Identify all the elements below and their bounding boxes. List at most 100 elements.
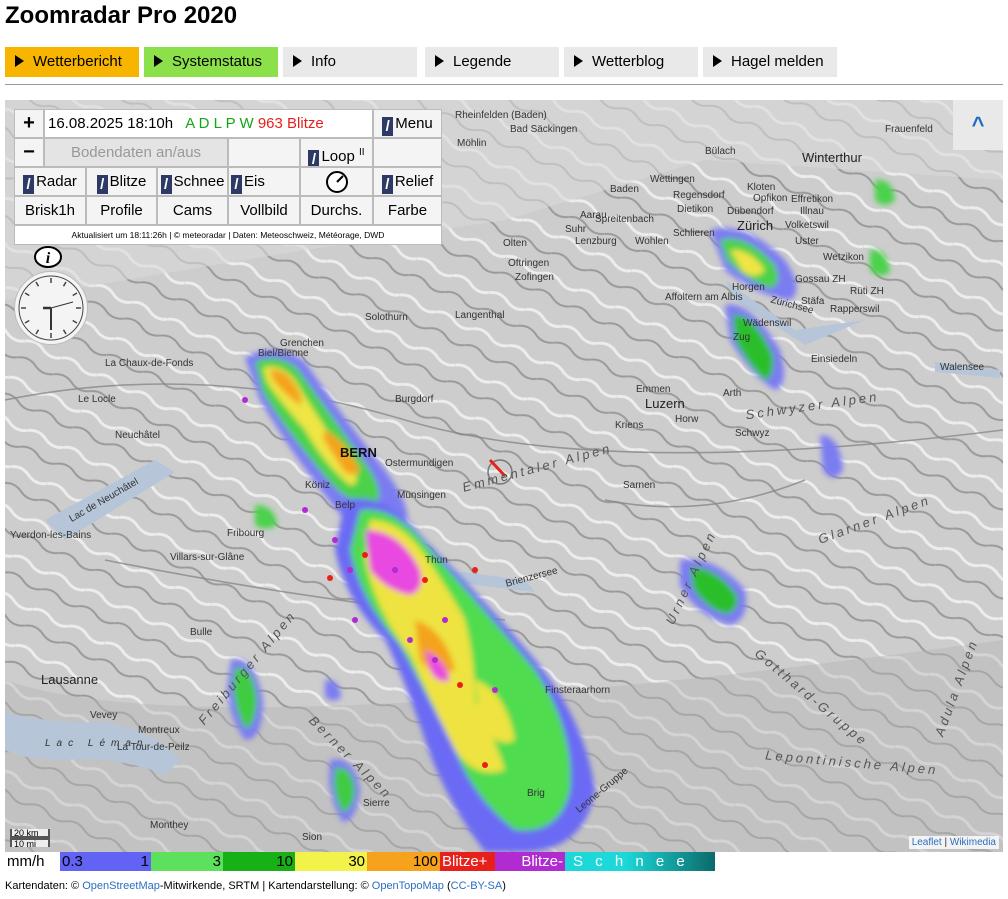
osm-link[interactable]: OpenStreetMap	[82, 880, 160, 892]
map-label: Schlieren	[673, 228, 715, 239]
map-label: Wohlen	[635, 236, 669, 247]
map-scale: 20 km 10 mi	[10, 829, 50, 849]
durchs-button[interactable]: Durchs.	[300, 196, 373, 225]
svg-text:i: i	[46, 250, 51, 267]
cams-button[interactable]: Cams	[157, 196, 228, 225]
legend-blitze-plus: Blitze+	[440, 852, 495, 871]
map-label: Ostermundigen	[385, 458, 454, 469]
footer-credits: Kartendaten: © OpenStreetMap-Mitwirkende…	[5, 880, 506, 892]
map-label: Rüti ZH	[850, 286, 884, 297]
radar-toggle[interactable]: / Radar	[14, 167, 86, 196]
legend-3: 3	[151, 852, 223, 871]
map-label: Affoltern am Albis	[665, 292, 743, 303]
tab-wetterbericht[interactable]: Wetterbericht	[5, 47, 139, 77]
map-label: Wädenswil	[743, 318, 792, 329]
map-label: Fribourg	[227, 528, 265, 539]
map-label: Zug	[733, 332, 751, 343]
relief-toggle[interactable]: / Relief	[373, 167, 442, 196]
map-label: Vevey	[90, 710, 118, 721]
map-label: Regensdorf	[673, 190, 725, 201]
menu-button[interactable]: / Menu	[373, 109, 442, 138]
map-label: Sarnen	[623, 480, 656, 491]
play-icon	[154, 55, 163, 67]
farbe-button[interactable]: Farbe	[373, 196, 442, 225]
legend-10: 10	[223, 852, 295, 871]
update-info: Aktualisiert um 18:11:26h | © meteoradar…	[14, 225, 442, 245]
play-icon	[574, 55, 583, 67]
map-label: Baden	[610, 184, 639, 195]
legend-1: 1	[118, 852, 151, 871]
app-title: Zoomradar Pro 2020	[5, 2, 238, 29]
map-label: Solothurn	[365, 312, 408, 323]
map-label: Wetzikon	[823, 252, 864, 263]
legend-100: 100	[367, 852, 440, 871]
speed-gauge-button[interactable]	[300, 167, 373, 196]
map-label: Lac Léman	[45, 738, 149, 749]
map-label: Lausanne	[41, 672, 99, 687]
brisk-button[interactable]: Brisk1h	[14, 196, 86, 225]
wikimedia-link[interactable]: Wikimedia	[950, 837, 996, 848]
zoom-out-button[interactable]: −	[14, 138, 44, 167]
blitze-toggle[interactable]: / Blitze	[86, 167, 157, 196]
map-label: Rheinfelden (Baden)	[455, 110, 547, 121]
map-label: Horw	[675, 414, 699, 425]
clock-icon[interactable]	[14, 271, 88, 345]
map-label: Kriens	[615, 420, 644, 431]
legend-unit: mm/h	[7, 853, 45, 870]
map-label: BERN	[340, 445, 377, 460]
radar-map[interactable]: Rheinfelden (Baden) Bad Säckingen Möhlin…	[5, 100, 1003, 852]
map-label: Burgdorf	[395, 394, 434, 405]
map-label: Schwyz	[735, 428, 770, 439]
map-controls: + 16.08.2025 18:10h A D L P W 963 Blitze…	[14, 109, 442, 245]
map-label: Effretikon	[791, 194, 834, 205]
legend-schnee: S c h n e e	[565, 852, 715, 871]
map-label: Möhlin	[457, 138, 487, 149]
loop-button[interactable]: / Loop II	[300, 138, 373, 167]
scale-mi: 10 mi	[10, 838, 50, 849]
play-icon	[293, 55, 302, 67]
license-link[interactable]: CC-BY-SA	[451, 880, 503, 892]
map-label: Zürich	[737, 218, 774, 233]
zoom-in-button[interactable]: +	[14, 109, 44, 138]
info-icon: i	[34, 246, 62, 268]
map-label: Rapperswil	[830, 304, 880, 315]
leaflet-link[interactable]: Leaflet	[912, 837, 942, 848]
map-label: Monthey	[150, 820, 189, 831]
opentopomap-link[interactable]: OpenTopoMap	[372, 880, 444, 892]
tab-info[interactable]: Info	[283, 47, 417, 77]
map-label: Opfikon	[753, 193, 788, 204]
play-icon	[15, 55, 24, 67]
map-label: Biel/Bienne	[258, 348, 309, 359]
strike-count: 963 Blitze	[257, 115, 324, 132]
bodendaten-toggle[interactable]: Bodendaten an/aus	[44, 138, 228, 167]
collapse-button[interactable]: ^	[953, 100, 1003, 150]
eis-toggle[interactable]: / Eis	[228, 167, 300, 196]
map-label: Einsiedeln	[811, 354, 858, 365]
map-label: Walensee	[940, 362, 985, 373]
map-label: Münsingen	[397, 490, 446, 501]
legend-0.3: 0.3	[60, 852, 118, 871]
map-attribution: Leaflet | Wikimedia	[908, 836, 999, 849]
vollbild-button[interactable]: Vollbild	[228, 196, 300, 225]
map-label: Olten	[503, 238, 527, 249]
map-label: Le Locle	[78, 394, 116, 405]
map-label: Luzern	[645, 396, 685, 411]
schnee-toggle[interactable]: / Schnee	[157, 167, 228, 196]
profile-button[interactable]: Profile	[86, 196, 157, 225]
map-label: Arth	[723, 388, 742, 399]
check-icon: /	[308, 150, 320, 166]
empty-cell	[373, 138, 442, 167]
status-bar: 16.08.2025 18:10h A D L P W 963 Blitze	[44, 109, 373, 138]
tab-systemstatus[interactable]: Systemstatus	[144, 47, 278, 77]
map-label: Volketswil	[785, 220, 829, 231]
scale-km: 20 km	[10, 829, 50, 838]
tab-hagel-melden[interactable]: Hagel melden	[703, 47, 837, 77]
map-label: Langenthal	[455, 310, 505, 321]
tab-legende[interactable]: Legende	[425, 47, 559, 77]
map-label: Emmen	[636, 384, 671, 395]
info-button[interactable]: i	[33, 245, 63, 269]
map-label: Villars-sur-Glâne	[170, 552, 245, 563]
map-label: Neuchâtel	[115, 430, 161, 441]
tab-wetterblog[interactable]: Wetterblog	[564, 47, 698, 77]
legend-blitze-minus: Blitze-	[495, 852, 565, 871]
